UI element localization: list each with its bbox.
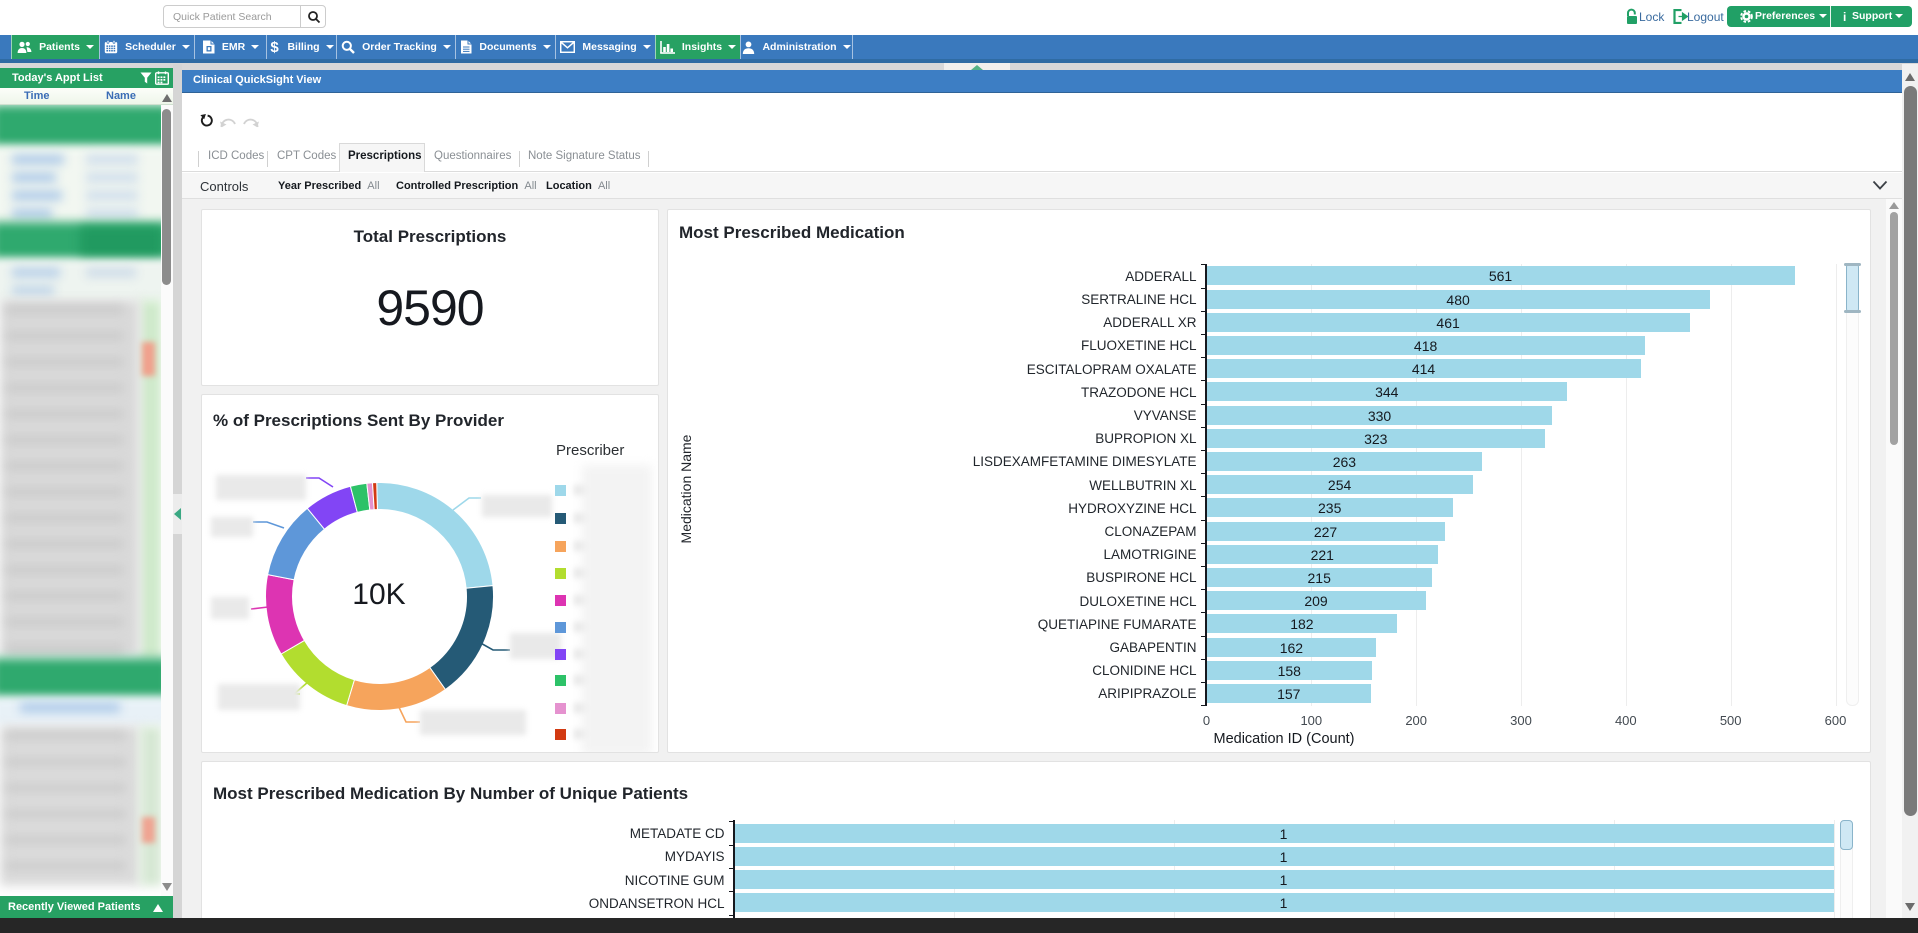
svg-text:$: $ bbox=[271, 39, 280, 55]
